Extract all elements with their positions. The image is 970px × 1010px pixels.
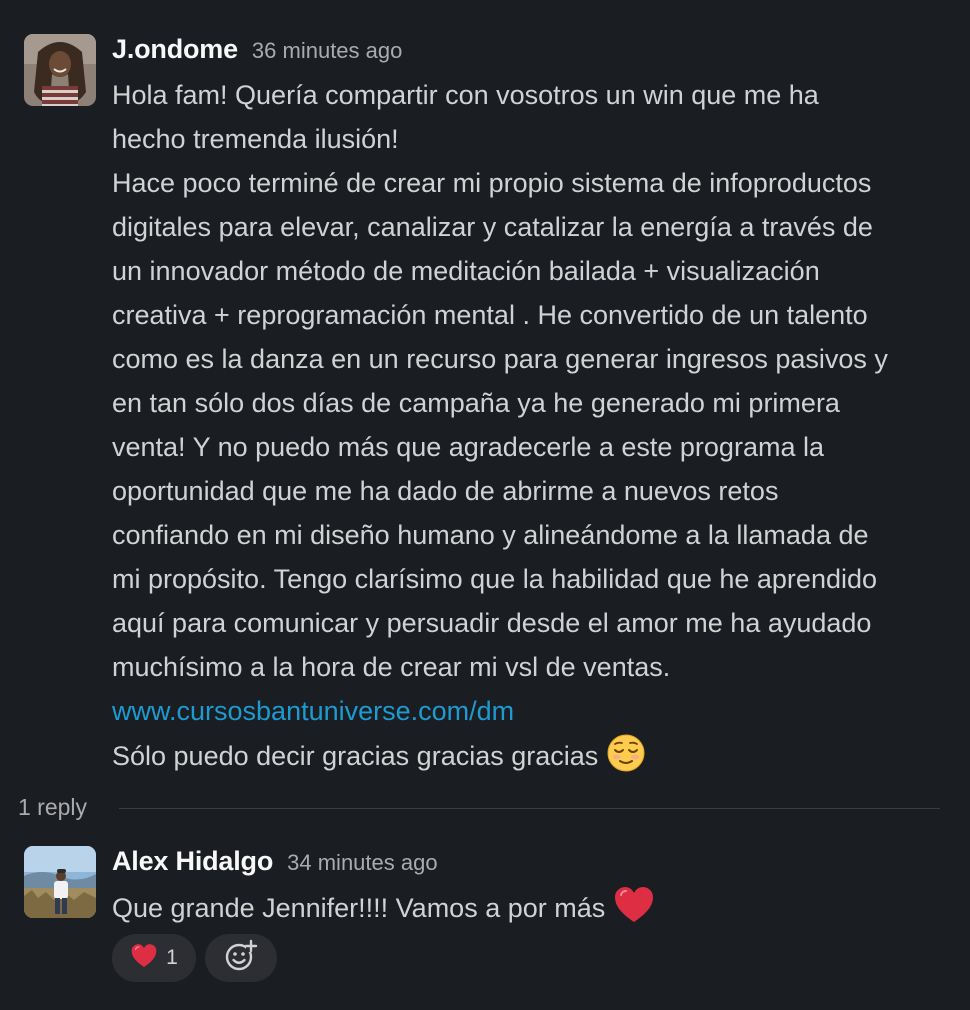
message-line: oportunidad que me ha dado de abrirme a …	[112, 476, 779, 506]
add-reaction-icon	[224, 939, 258, 978]
reply-timestamp[interactable]: 34 minutes ago	[287, 850, 437, 876]
red-heart-emoji-icon	[130, 943, 158, 974]
message-link[interactable]: www.cursosbantuniverse.com/dm	[112, 696, 514, 726]
message-line: en tan sólo dos días de campaña ya he ge…	[112, 388, 840, 418]
message-line: creativa + reprogramación mental . He co…	[112, 300, 868, 330]
red-heart-emoji-icon	[613, 885, 655, 938]
reaction-heart-button[interactable]: 1	[112, 934, 196, 982]
message-line: muchísimo a la hora de crear mi vsl de v…	[112, 652, 671, 682]
message-line: un innovador método de meditación bailad…	[112, 256, 820, 286]
reply-count[interactable]: 1 reply	[18, 794, 87, 821]
message-line: hecho tremenda ilusión!	[112, 124, 399, 154]
thread-reply-row: 1 reply	[18, 792, 948, 826]
reply-author[interactable]: Alex Hidalgo	[112, 846, 273, 877]
message-line: aquí para comunicar y persuadir desde el…	[112, 608, 872, 638]
message-timestamp[interactable]: 36 minutes ago	[252, 38, 402, 64]
relieved-face-emoji-icon	[606, 733, 646, 786]
reaction-count: 1	[166, 946, 178, 969]
message-line: digitales para elevar, canalizar y catal…	[112, 212, 873, 242]
message-closing: Sólo puedo decir gracias gracias gracias	[112, 741, 599, 771]
message-body: Hola fam! Quería compartir con vosotros …	[112, 73, 957, 786]
message-line: confiando en mi diseño humano y alineánd…	[112, 520, 869, 550]
reply-text: Que grande Jennifer!!!! Vamos a por más	[112, 893, 606, 923]
message-line: mi propósito. Tengo clarísimo que la hab…	[112, 564, 878, 594]
thread-divider	[119, 808, 940, 809]
message-line: como es la danza en un recurso para gene…	[112, 344, 888, 374]
avatar-jondome[interactable]	[24, 34, 96, 106]
reply-body: Que grande Jennifer!!!! Vamos a por más	[112, 885, 957, 938]
message-line: Hola fam! Quería compartir con vosotros …	[112, 80, 819, 110]
avatar-alex-hidalgo[interactable]	[24, 846, 96, 918]
add-reaction-button[interactable]	[205, 934, 277, 982]
message-author[interactable]: J.ondome	[112, 34, 238, 65]
message-line: Hace poco terminé de crear mi propio sis…	[112, 168, 872, 198]
reaction-bar: 1	[112, 934, 277, 982]
message-line: venta! Y no puedo más que agradecerle a …	[112, 432, 824, 462]
